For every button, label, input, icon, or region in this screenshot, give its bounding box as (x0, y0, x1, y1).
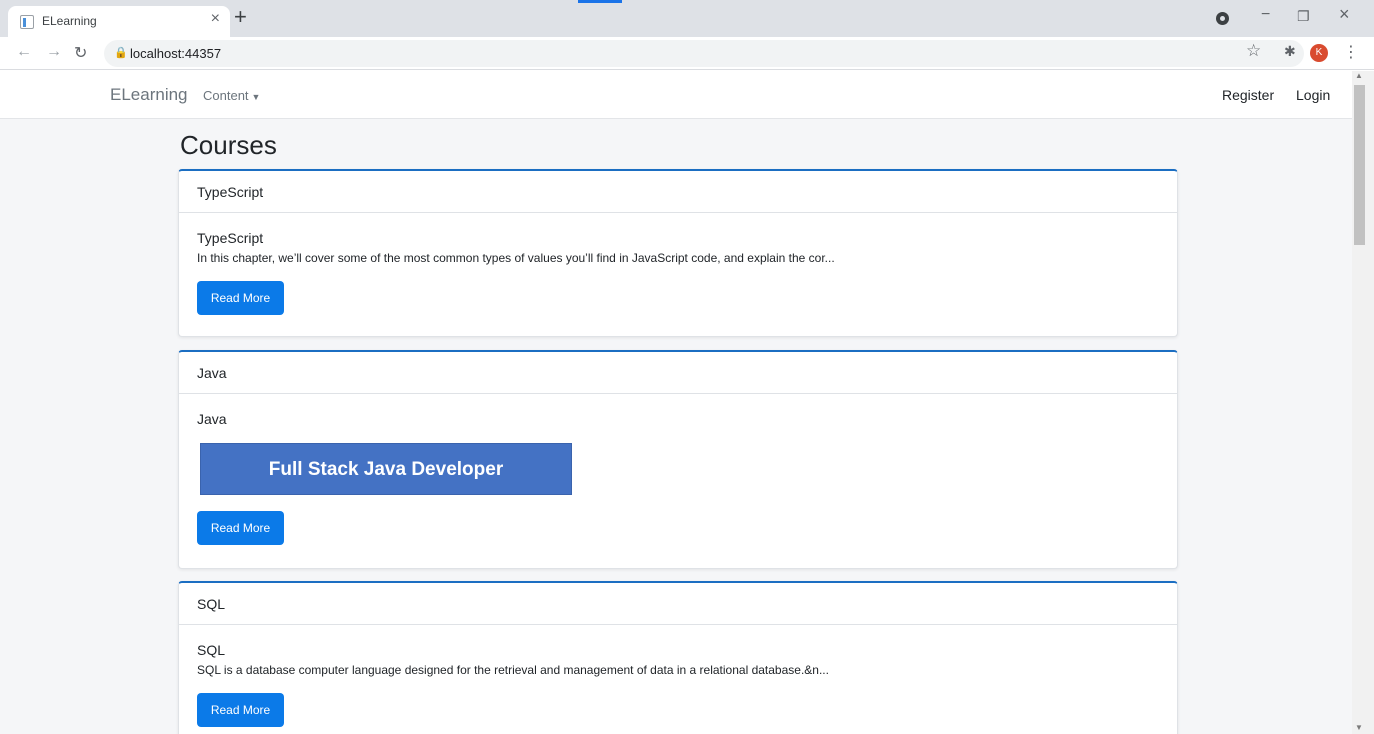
site-brand[interactable]: ELearning (110, 85, 188, 105)
register-link[interactable]: Register (1222, 87, 1274, 103)
course-title: TypeScript (197, 230, 264, 246)
course-card: TypeScript TypeScript In this chapter, w… (178, 169, 1178, 337)
course-card: Java Java Full Stack Java Developer Read… (178, 350, 1178, 569)
restore-button[interactable]: ❐ (1297, 8, 1310, 25)
page-title: Courses (180, 130, 277, 160)
content-dropdown[interactable]: Content ▼ (203, 88, 260, 103)
address-bar[interactable]: 🔒 localhost:44357 (104, 40, 1304, 67)
browser-menu-icon[interactable]: ⋮ (1343, 42, 1359, 62)
course-card-header: TypeScript (179, 171, 1177, 213)
tab-close-icon[interactable]: × (211, 10, 220, 28)
course-card-body: SQL SQL is a database computer language … (179, 625, 1177, 734)
browser-toolbar: ← → ↻ 🔒 localhost:44357 ☆ ✱ K ⋮ (0, 37, 1374, 70)
course-image: Full Stack Java Developer (200, 443, 572, 495)
course-card: SQL SQL SQL is a database computer langu… (178, 581, 1178, 734)
tab-search-icon[interactable] (1216, 12, 1229, 25)
tab-title: ELearning (42, 14, 97, 28)
reload-icon[interactable]: ↻ (74, 43, 87, 63)
course-description: In this chapter, we’ll cover some of the… (197, 251, 835, 265)
course-card-body: TypeScript In this chapter, we’ll cover … (179, 213, 1177, 332)
tabstrip-indicator (578, 0, 622, 3)
browser-tabstrip: ELearning × + − ❐ × (0, 0, 1374, 37)
extensions-icon[interactable]: ✱ (1284, 43, 1296, 60)
page-viewport: ELearning Content ▼ Register Login Course… (0, 71, 1352, 734)
forward-arrow-icon[interactable]: → (46, 43, 62, 61)
lock-icon: 🔒 (114, 47, 128, 59)
bookmark-star-icon[interactable]: ☆ (1246, 41, 1261, 61)
window-close-button[interactable]: × (1339, 4, 1350, 25)
course-card-header: Java (179, 352, 1177, 394)
scroll-up-icon[interactable]: ▲ (1355, 71, 1363, 80)
course-title: SQL (197, 642, 226, 658)
scrollbar-thumb[interactable] (1354, 85, 1365, 245)
read-more-button[interactable]: Read More (197, 511, 284, 545)
course-card-body: Java Full Stack Java Developer Read More (179, 394, 1177, 562)
minimize-button[interactable]: − (1261, 6, 1270, 24)
course-card-header: SQL (179, 583, 1177, 625)
page-favicon-icon (20, 15, 34, 29)
address-url[interactable]: localhost:44357 (130, 46, 221, 61)
login-link[interactable]: Login (1296, 87, 1330, 103)
new-tab-button[interactable]: + (234, 4, 247, 30)
browser-tab[interactable]: ELearning × (8, 6, 230, 37)
read-more-button[interactable]: Read More (197, 693, 284, 727)
course-description: SQL is a database computer language desi… (197, 663, 829, 677)
read-more-button[interactable]: Read More (197, 281, 284, 315)
caret-down-icon: ▼ (251, 92, 261, 102)
course-title: Java (197, 411, 227, 427)
page-scrollbar[interactable]: ▲ ▼ (1352, 71, 1374, 734)
scroll-down-icon[interactable]: ▼ (1355, 723, 1363, 732)
content-dropdown-label: Content (203, 88, 249, 103)
profile-avatar[interactable]: K (1310, 44, 1328, 62)
site-navbar: ELearning Content ▼ Register Login (0, 71, 1352, 119)
back-arrow-icon[interactable]: ← (16, 43, 32, 61)
